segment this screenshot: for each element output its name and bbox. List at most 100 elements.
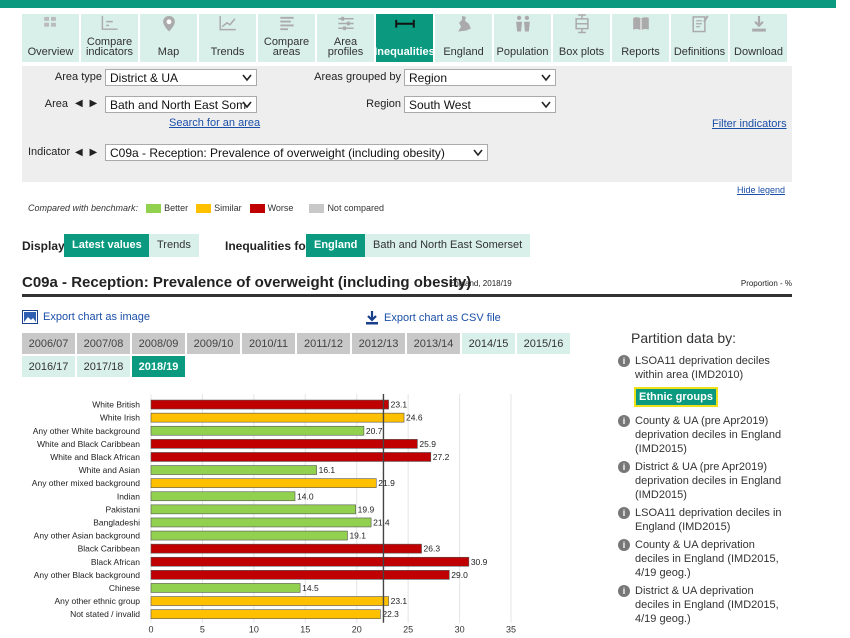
bar bbox=[150, 478, 377, 488]
nav-tabs: Overview Compare indicators Map Trends Compa… bbox=[22, 14, 787, 62]
inequalities-icon bbox=[394, 19, 415, 28]
hide-legend-link[interactable]: Hide legend bbox=[737, 185, 785, 195]
tab-label: Reports bbox=[621, 46, 660, 58]
tab-label: Compare areas bbox=[263, 36, 310, 58]
trends-toggle[interactable]: Trends bbox=[149, 234, 199, 257]
year-button[interactable]: 2018/19 bbox=[132, 356, 185, 377]
latest-values-toggle[interactable]: Latest values bbox=[64, 234, 150, 257]
category-label: Not stated / invalid bbox=[70, 609, 140, 619]
indicator-label: Indicator bbox=[28, 146, 71, 158]
tab-population[interactable]: Population bbox=[494, 14, 551, 62]
info-icon: i bbox=[618, 355, 630, 367]
bar-value-label: 27.2 bbox=[433, 452, 450, 462]
download-icon bbox=[366, 311, 378, 325]
partition-item[interactable]: i LSOA11 deprivation deciles within area … bbox=[618, 354, 788, 382]
tab-reports[interactable]: Reports bbox=[612, 14, 669, 62]
tab-compare-indicators[interactable]: Compare indicators bbox=[81, 14, 138, 62]
bar-value-label: 23.1 bbox=[391, 400, 408, 410]
tab-compare-areas[interactable]: Compare areas bbox=[258, 14, 315, 62]
export-csv-button[interactable]: Export chart as CSV file bbox=[365, 310, 501, 325]
area-prev-next[interactable]: ◀ ▶ bbox=[75, 98, 99, 109]
compare-indicators-icon bbox=[101, 15, 118, 30]
tab-inequalities[interactable]: Inequalities bbox=[374, 14, 435, 62]
year-button[interactable]: 2013/14 bbox=[407, 333, 460, 354]
tab-box-plots[interactable]: Box plots bbox=[553, 14, 610, 62]
indicator-prev-next[interactable]: ◀ ▶ bbox=[75, 147, 99, 158]
region-select[interactable]: South West bbox=[404, 96, 556, 113]
export-image-button[interactable]: Export chart as image bbox=[22, 310, 150, 324]
export-csv-label: Export chart as CSV file bbox=[384, 311, 501, 324]
x-tick-label: 0 bbox=[148, 625, 153, 635]
partition-item[interactable]: i District & UA (pre Apr2019) deprivation… bbox=[618, 460, 788, 502]
area-type-select[interactable]: District & UA bbox=[105, 69, 257, 86]
tab-label: Overview bbox=[27, 46, 74, 58]
filter-indicators-link[interactable]: Filter indicators bbox=[712, 118, 787, 130]
bar bbox=[150, 583, 301, 593]
tab-label: Map bbox=[157, 46, 180, 58]
year-button[interactable]: 2011/12 bbox=[297, 333, 350, 354]
tab-label: Inequalities bbox=[374, 46, 435, 58]
tab-overview[interactable]: Overview bbox=[22, 14, 79, 62]
partition-item-label: District & UA deprivation deciles in Eng… bbox=[635, 585, 779, 625]
area-toggle[interactable]: Bath and North East Somerset bbox=[365, 234, 531, 257]
tab-label: Trends bbox=[210, 46, 245, 58]
title-divider bbox=[22, 294, 792, 297]
chevron-down-icon bbox=[242, 74, 252, 82]
partition-item[interactable]: i County & UA (pre Apr2019) deprivation d… bbox=[618, 414, 788, 456]
bar bbox=[150, 452, 432, 462]
area-profiles-icon bbox=[337, 16, 354, 31]
x-tick-label: 5 bbox=[200, 625, 205, 635]
partition-item[interactable]: i District & UA deprivation deciles in En… bbox=[618, 584, 788, 626]
x-tick-label: 30 bbox=[455, 625, 465, 635]
chart-title: C09a - Reception: Prevalence of overweig… bbox=[22, 274, 472, 291]
bar-value-label: 16.1 bbox=[319, 465, 336, 475]
year-button[interactable]: 2015/16 bbox=[517, 333, 570, 354]
search-area-link[interactable]: Search for an area bbox=[169, 117, 260, 129]
year-button[interactable]: 2007/08 bbox=[77, 333, 130, 354]
tab-area-profiles[interactable]: Area profiles bbox=[317, 14, 374, 62]
info-icon: i bbox=[618, 415, 630, 427]
year-selector: 2006/07 2007/08 2008/09 2009/10 2010/11 2011/… bbox=[22, 333, 578, 377]
year-button[interactable]: 2008/09 bbox=[132, 333, 185, 354]
inequalities-for-label: Inequalities for bbox=[225, 239, 311, 253]
tab-definitions[interactable]: Definitions bbox=[671, 14, 728, 62]
category-label: White and Asian bbox=[79, 465, 141, 475]
bar-value-label: 25.9 bbox=[419, 439, 436, 449]
tab-download[interactable]: Download bbox=[730, 14, 787, 62]
tab-map[interactable]: Map bbox=[140, 14, 197, 62]
tab-trends[interactable]: Trends bbox=[199, 14, 256, 62]
year-button[interactable]: 2017/18 bbox=[77, 356, 130, 377]
overview-icon bbox=[43, 16, 56, 27]
partition-item[interactable]: i County & UA deprivation deciles in Engl… bbox=[618, 538, 788, 580]
region-label: Region bbox=[366, 98, 401, 110]
bar bbox=[150, 609, 381, 619]
category-label: White Irish bbox=[100, 413, 140, 423]
partition-selected-button[interactable]: Ethnic groups bbox=[634, 387, 718, 407]
area-select[interactable]: Bath and North East Som bbox=[105, 96, 257, 113]
year-button[interactable]: 2006/07 bbox=[22, 333, 75, 354]
grouped-select[interactable]: Region bbox=[404, 69, 556, 86]
bar bbox=[150, 425, 365, 436]
chevron-down-icon bbox=[541, 101, 551, 109]
bar bbox=[150, 517, 372, 528]
tab-label: Box plots bbox=[558, 46, 605, 58]
partition-item[interactable]: i LSOA11 deprivation deciles in England (… bbox=[618, 506, 788, 534]
bar-value-label: 19.9 bbox=[358, 504, 375, 514]
year-button[interactable]: 2010/11 bbox=[242, 333, 295, 354]
year-button[interactable]: 2014/15 bbox=[462, 333, 515, 354]
chart-unit: Proportion - % bbox=[740, 279, 792, 288]
partition-list: i LSOA11 deprivation deciles within area … bbox=[618, 350, 788, 626]
partition-title: Partition data by: bbox=[631, 330, 737, 346]
year-button[interactable]: 2012/13 bbox=[352, 333, 405, 354]
partition-item-label: County & UA deprivation deciles in Engla… bbox=[635, 539, 779, 579]
x-tick-label: 10 bbox=[249, 625, 259, 635]
indicator-select[interactable]: C09a - Reception: Prevalence of overweig… bbox=[105, 144, 488, 161]
year-button[interactable]: 2009/10 bbox=[187, 333, 240, 354]
tab-england[interactable]: England bbox=[435, 14, 492, 62]
x-tick-label: 35 bbox=[506, 625, 516, 635]
year-button[interactable]: 2016/17 bbox=[22, 356, 75, 377]
england-toggle[interactable]: England bbox=[306, 234, 366, 257]
category-label: Any other White background bbox=[33, 426, 141, 436]
x-tick-label: 20 bbox=[352, 625, 362, 635]
legend-label-similar: Similar bbox=[214, 203, 242, 213]
